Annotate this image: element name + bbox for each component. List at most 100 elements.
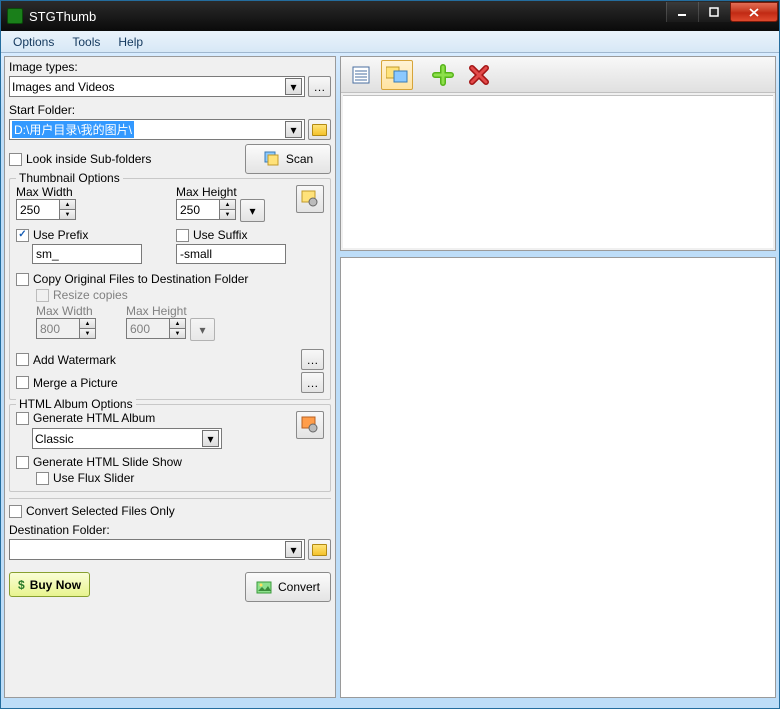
look-inside-checkbox[interactable] bbox=[9, 153, 22, 166]
convert-icon bbox=[256, 580, 273, 595]
window-title: STGThumb bbox=[29, 9, 96, 24]
file-toolbar bbox=[341, 57, 775, 93]
maximize-button[interactable] bbox=[698, 2, 730, 22]
resize-copies-checkbox bbox=[36, 289, 49, 302]
start-folder-browse-button[interactable] bbox=[308, 119, 331, 140]
generate-html-album-label: Generate HTML Album bbox=[33, 411, 155, 425]
start-folder-value: D:\用户目录\我的图片\ bbox=[12, 121, 134, 138]
thumbnail-view-button[interactable] bbox=[381, 60, 413, 90]
copy-original-label: Copy Original Files to Destination Folde… bbox=[33, 272, 248, 286]
chevron-down-icon: ▾ bbox=[202, 430, 219, 447]
album-gear-icon bbox=[301, 416, 319, 434]
list-icon bbox=[351, 65, 371, 85]
titlebar: STGThumb bbox=[1, 1, 779, 31]
start-folder-label: Start Folder: bbox=[9, 103, 331, 117]
convert-selected-label: Convert Selected Files Only bbox=[26, 504, 175, 518]
image-gear-icon bbox=[301, 190, 319, 208]
image-types-combo[interactable]: Images and Videos ▾ bbox=[9, 76, 305, 97]
generate-slideshow-checkbox[interactable] bbox=[16, 456, 29, 469]
menubar: Options Tools Help bbox=[1, 31, 779, 53]
image-types-label: Image types: bbox=[9, 60, 331, 74]
right-panel bbox=[340, 56, 776, 698]
convert-button[interactable]: Convert bbox=[245, 572, 331, 602]
max-height-input[interactable] bbox=[176, 199, 219, 220]
plus-icon bbox=[432, 64, 454, 86]
remove-files-button[interactable] bbox=[463, 60, 495, 90]
add-watermark-label: Add Watermark bbox=[33, 353, 116, 367]
thumbnails-icon bbox=[386, 65, 408, 85]
copy-max-height-spinner: ▲▼ bbox=[126, 318, 186, 339]
copy-max-height-input bbox=[126, 318, 169, 339]
destination-browse-button[interactable] bbox=[308, 539, 331, 560]
use-prefix-checkbox[interactable] bbox=[16, 229, 29, 242]
album-template-value: Classic bbox=[35, 432, 74, 446]
image-types-more-button[interactable]: … bbox=[308, 76, 331, 97]
folder-icon bbox=[312, 544, 327, 556]
scan-button[interactable]: Scan bbox=[245, 144, 331, 174]
preview-panel bbox=[340, 257, 776, 698]
max-width-label: Max Width bbox=[16, 185, 166, 199]
max-height-label: Max Height bbox=[176, 185, 276, 199]
max-width-input[interactable] bbox=[16, 199, 59, 220]
list-view-button[interactable] bbox=[345, 60, 377, 90]
use-suffix-checkbox[interactable] bbox=[176, 229, 189, 242]
merge-picture-checkbox[interactable] bbox=[16, 376, 29, 389]
app-icon bbox=[7, 8, 23, 24]
x-icon bbox=[468, 64, 490, 86]
generate-slideshow-label: Generate HTML Slide Show bbox=[33, 455, 182, 469]
thumbnail-options-group: Thumbnail Options Max Width ▲▼ Max Heigh… bbox=[9, 178, 331, 400]
thumbnail-options-title: Thumbnail Options bbox=[16, 171, 123, 185]
suffix-input[interactable] bbox=[176, 244, 286, 264]
convert-selected-checkbox[interactable] bbox=[9, 505, 22, 518]
merge-picture-settings-button[interactable]: … bbox=[301, 372, 324, 393]
app-window: STGThumb Options Tools Help Image types: bbox=[0, 0, 780, 709]
album-template-combo[interactable]: Classic ▾ bbox=[32, 428, 222, 449]
thumb-size-dropdown-button[interactable]: ▾ bbox=[240, 199, 265, 222]
spin-up-icon[interactable]: ▲ bbox=[60, 200, 75, 209]
copy-max-width-spinner: ▲▼ bbox=[36, 318, 96, 339]
minimize-button[interactable] bbox=[666, 2, 698, 22]
max-width-spinner[interactable]: ▲▼ bbox=[16, 199, 76, 220]
menu-tools[interactable]: Tools bbox=[64, 33, 108, 51]
html-album-options-title: HTML Album Options bbox=[16, 397, 136, 411]
use-prefix-label: Use Prefix bbox=[33, 228, 88, 242]
spin-down-icon[interactable]: ▼ bbox=[60, 209, 75, 219]
add-files-button[interactable] bbox=[427, 60, 459, 90]
file-list[interactable] bbox=[343, 95, 773, 248]
copy-size-dropdown-button: ▾ bbox=[190, 318, 215, 341]
scan-icon bbox=[263, 150, 281, 168]
max-height-spinner[interactable]: ▲▼ bbox=[176, 199, 236, 220]
generate-html-album-checkbox[interactable] bbox=[16, 412, 29, 425]
destination-folder-combo[interactable]: ▾ bbox=[9, 539, 305, 560]
resize-copies-label: Resize copies bbox=[53, 288, 128, 302]
use-suffix-label: Use Suffix bbox=[193, 228, 247, 242]
html-album-settings-button[interactable] bbox=[296, 411, 324, 439]
folder-icon bbox=[312, 124, 327, 136]
destination-folder-label: Destination Folder: bbox=[9, 523, 331, 537]
image-types-value: Images and Videos bbox=[12, 80, 115, 94]
thumbnail-settings-button[interactable] bbox=[296, 185, 324, 213]
chevron-down-icon: ▾ bbox=[285, 541, 302, 558]
copy-original-checkbox[interactable] bbox=[16, 273, 29, 286]
chevron-down-icon: ▾ bbox=[285, 78, 302, 95]
copy-max-width-label: Max Width bbox=[36, 304, 96, 318]
client-area: Image types: Images and Videos ▾ … Start… bbox=[1, 53, 779, 708]
spin-up-icon[interactable]: ▲ bbox=[220, 200, 235, 209]
copy-max-width-input bbox=[36, 318, 79, 339]
dollar-icon: $ bbox=[18, 578, 25, 592]
merge-picture-label: Merge a Picture bbox=[33, 376, 118, 390]
menu-help[interactable]: Help bbox=[110, 33, 151, 51]
start-folder-combo[interactable]: D:\用户目录\我的图片\ ▾ bbox=[9, 119, 305, 140]
spin-down-icon[interactable]: ▼ bbox=[220, 209, 235, 219]
copy-max-height-label: Max Height bbox=[126, 304, 215, 318]
prefix-input[interactable] bbox=[32, 244, 142, 264]
add-watermark-checkbox[interactable] bbox=[16, 353, 29, 366]
html-album-options-group: HTML Album Options Generate HTML Album C… bbox=[9, 404, 331, 492]
use-flux-slider-checkbox[interactable] bbox=[36, 472, 49, 485]
menu-options[interactable]: Options bbox=[5, 33, 62, 51]
buy-now-button[interactable]: $ Buy Now bbox=[9, 572, 90, 597]
watermark-settings-button[interactable]: … bbox=[301, 349, 324, 370]
close-button[interactable] bbox=[730, 2, 778, 22]
left-panel: Image types: Images and Videos ▾ … Start… bbox=[4, 56, 336, 698]
chevron-down-icon: ▾ bbox=[285, 121, 302, 138]
